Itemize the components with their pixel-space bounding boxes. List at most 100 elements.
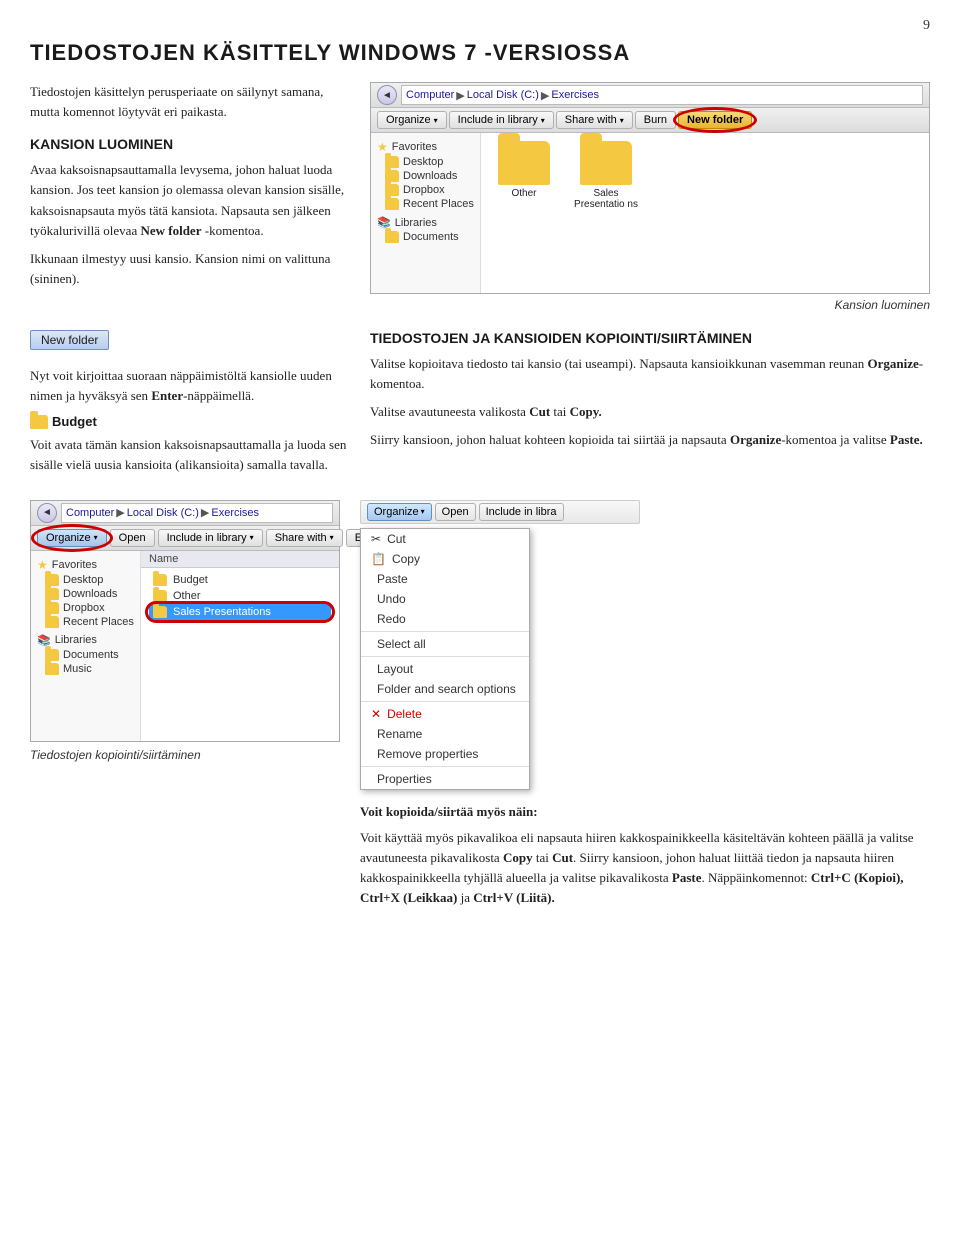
sidebar-label: Recent Places [403,198,474,210]
sidebar-label: Documents [403,231,459,243]
file-name-sales: Sales Presentations [173,606,271,618]
cm-cut[interactable]: ✂ Cut [361,529,529,549]
kansion-para2: Ikkunaan ilmestyy uusi kansio. Kansion n… [30,249,350,289]
back-btn[interactable]: ◄ [377,85,397,105]
organize-btn-bottom[interactable]: Organize ▾ [37,529,107,547]
cm-redo-label: Redo [377,612,406,626]
sidebar-label: Libraries [55,634,97,646]
caption-kansion: Kansion luominen [370,298,930,312]
back-btn-2[interactable]: ◄ [37,503,57,523]
sidebar-label: Documents [63,649,119,661]
cm-select-all[interactable]: Select all [361,634,529,654]
folder-icon-recent [385,198,399,210]
cm-properties-label: Properties [377,772,432,786]
cm-rename[interactable]: Rename [361,724,529,744]
header-name-col: Name [149,553,178,565]
include-library-btn-top[interactable]: Include in library ▾ [449,111,554,129]
file-name-budget: Budget [173,574,208,586]
cm-cut-label: Cut [387,532,406,546]
sidebar-fav-2[interactable]: ★ Favorites [35,557,136,573]
sidebar-label-2: Favorites [52,559,97,571]
sidebar-label: Dropbox [63,602,105,614]
budget-label-text: Budget [52,414,97,429]
star-icon-2: ★ [37,558,48,572]
sidebar-documents[interactable]: Documents [375,230,476,244]
folder-icon-sales [580,141,632,185]
share-with-btn-bottom[interactable]: Share with ▾ [266,529,343,547]
address-bar-top: ◄ Computer ▶ Local Disk (C:) ▶ Exercises [371,83,929,108]
new-folder-label: New folder [30,330,109,350]
file-item-sales[interactable]: Sales Presentatio ns [571,141,641,210]
folder-icon-docs-2 [45,649,59,661]
cm-sep-2 [361,656,529,657]
cm-undo[interactable]: Undo [361,589,529,609]
cm-remove-props[interactable]: Remove properties [361,744,529,764]
kansion-para4: Voit avata tämän kansion kaksoisnapsautt… [30,435,350,475]
file-item-name-sales: Sales Presentatio ns [571,188,641,210]
list-item-other[interactable]: Other [149,588,331,604]
list-item-sales[interactable]: Sales Presentations [149,604,331,620]
sidebar-label: Libraries [395,217,437,229]
address-bar-bottom: ◄ Computer ▶ Local Disk (C:) ▶ Exercises [31,501,339,526]
kopiointi-para2: Valitse avautuneesta valikosta Cut tai C… [370,402,930,422]
sidebar-libraries-2[interactable]: 📚 Libraries [35,633,136,648]
toolbar-bottom: Organize ▾ Open Include in library ▾ Sha… [31,526,339,551]
cm-paste[interactable]: Paste [361,569,529,589]
explorer-sidebar-bottom: ★ Favorites Desktop Downloads [31,551,141,741]
file-item-name-other: Other [511,188,536,199]
cm-rename-label: Rename [377,727,422,741]
cm-redo[interactable]: Redo [361,609,529,629]
include-library-btn-bottom[interactable]: Include in library ▾ [158,529,263,547]
list-item-budget[interactable]: Budget [149,572,331,588]
sidebar-recent[interactable]: Recent Places [375,197,476,211]
folder-icon-budget-list [153,574,167,586]
include-lib-btn-cm[interactable]: Include in libra [479,503,564,521]
cm-folder-options[interactable]: Folder and search options [361,679,529,699]
file-list: Budget Other Sales Presentations [141,568,339,624]
cm-delete[interactable]: ✕ Delete [361,704,529,724]
new-folder-btn-top[interactable]: New folder [678,111,752,129]
cm-paste-label: Paste [377,572,408,586]
library-icon-2: 📚 [37,634,51,647]
star-icon: ★ [377,140,388,154]
sidebar-label: Recent Places [63,616,134,628]
open-btn-bottom[interactable]: Open [110,529,155,547]
cm-delete-label: Delete [387,707,422,721]
folder-icon-docs [385,231,399,243]
sidebar-label: Music [63,663,92,675]
file-item-other[interactable]: Other [489,141,559,210]
cut-icon: ✂ [371,532,381,546]
sidebar-recent-2[interactable]: Recent Places [35,615,136,629]
folder-icon-sales-list [153,606,167,618]
cm-remove-props-label: Remove properties [377,747,478,761]
cm-sep-4 [361,766,529,767]
share-with-btn-top[interactable]: Share with ▾ [556,111,633,129]
explorer-sidebar-top: ★ Favorites Desktop Downloads [371,133,481,293]
intro-text: Tiedostojen käsittelyn perusperiaate on … [30,82,350,122]
cm-layout[interactable]: Layout [361,659,529,679]
cm-sep-1 [361,631,529,632]
context-menu: ✂ Cut 📋 Copy Paste Undo [360,528,530,790]
copy-para: Voit käyttää myös pikavalikoa eli napsau… [360,828,930,909]
breadcrumb-top: Computer ▶ Local Disk (C:) ▶ Exercises [401,85,923,105]
organize-btn-cm[interactable]: Organize ▾ [367,503,432,521]
folder-icon-downloads-2 [45,588,59,600]
sidebar-label: Favorites [392,141,437,153]
burn-btn-top[interactable]: Burn [635,111,676,129]
kopiointi-para1: Valitse kopioitava tiedosto tai kansio (… [370,354,930,394]
kansion-para1: Avaa kaksoisnapsauttamalla levysema, joh… [30,160,350,241]
cm-copy[interactable]: 📋 Copy [361,549,529,569]
copy-icon: 📋 [371,552,386,566]
cm-select-all-label: Select all [377,637,426,651]
open-btn-cm[interactable]: Open [435,503,476,521]
page-number: 9 [923,18,930,34]
cm-properties[interactable]: Properties [361,769,529,789]
organize-btn-top[interactable]: Organize ▾ [377,111,447,129]
folder-icon-dropbox-2 [45,602,59,614]
cm-layout-label: Layout [377,662,413,676]
sidebar-music-2[interactable]: Music [35,662,136,676]
section-heading-kopiointi: TIEDOSTOJEN JA KANSIOIDEN KOPIOINTI/SIIR… [370,330,930,346]
file-list-header: Name [141,551,339,568]
folder-icon-music-2 [45,663,59,675]
sidebar-label: Desktop [63,574,103,586]
